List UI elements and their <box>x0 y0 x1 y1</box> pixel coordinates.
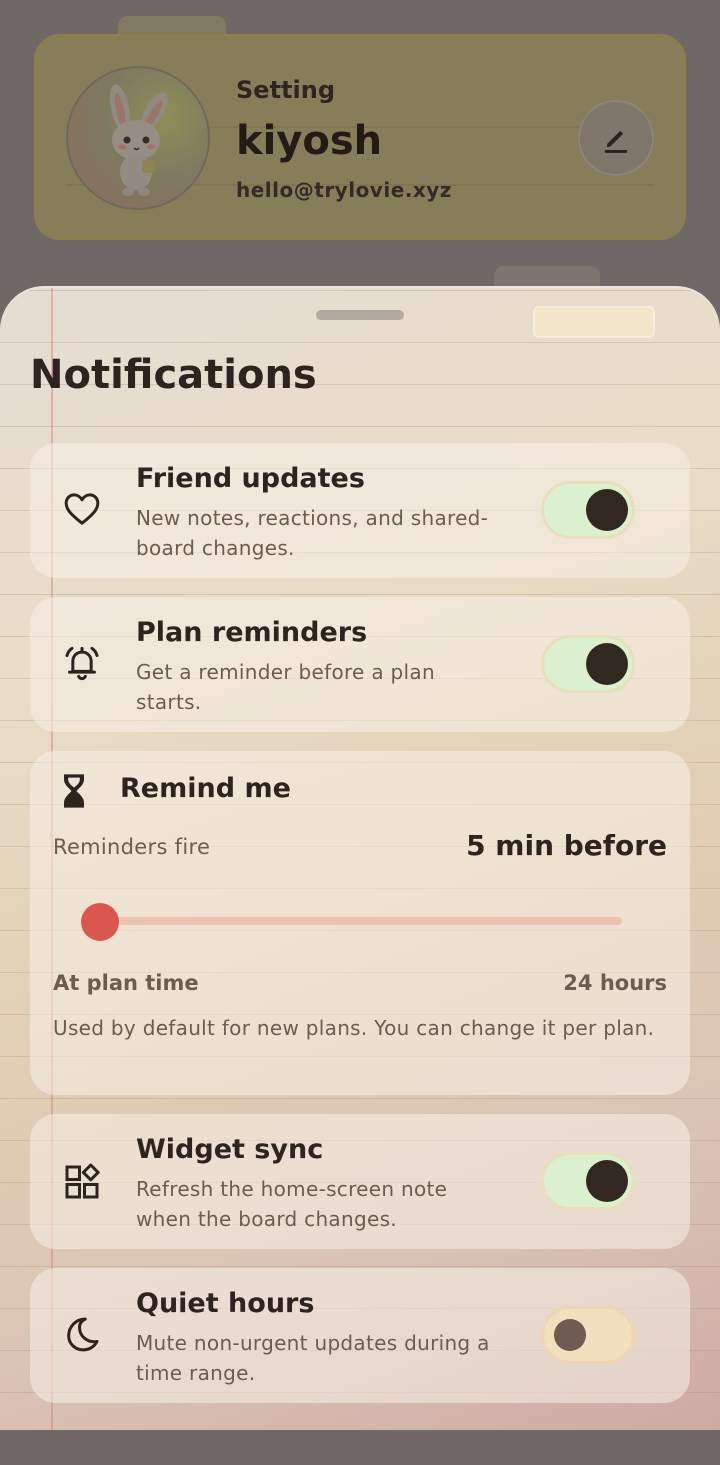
remind-me-title: Remind me <box>120 773 291 804</box>
pencil-icon <box>604 130 628 153</box>
moon-icon <box>62 1314 102 1354</box>
bottom-backdrop <box>0 1430 720 1465</box>
setting-friend-updates: Friend updates New notes, reactions, and… <box>30 443 690 578</box>
profile-card: Setting kiyosh hello@trylovie.xyz <box>34 34 686 240</box>
widgets-icon <box>62 1162 102 1202</box>
profile-email: hello@trylovie.xyz <box>236 178 452 202</box>
plan-reminders-toggle[interactable] <box>541 635 635 693</box>
setting-quiet-hours: Quiet hours Mute non-urgent updates duri… <box>30 1268 690 1403</box>
hourglass-icon <box>56 771 96 811</box>
toggle-knob <box>586 1160 628 1202</box>
setting-description: Refresh the home-screen note when the bo… <box>136 1177 448 1231</box>
setting-title: Widget sync <box>136 1134 324 1165</box>
setting-plan-reminders: Plan reminders Get a reminder before a p… <box>30 597 690 732</box>
setting-description: New notes, reactions, and shared-board c… <box>136 506 489 560</box>
quiet-hours-toggle[interactable] <box>541 1306 635 1364</box>
heart-icon <box>62 489 102 529</box>
sheet-grabber[interactable] <box>316 310 404 320</box>
sticky-tape <box>533 306 655 338</box>
bunny-avatar-icon <box>109 84 168 196</box>
remind-label: Reminders fire <box>53 835 211 859</box>
profile-name: kiyosh <box>236 118 383 164</box>
reminder-slider-track[interactable] <box>100 917 622 925</box>
setting-title: Plan reminders <box>136 617 368 648</box>
slider-max-label: 24 hours <box>563 971 667 995</box>
setting-title: Quiet hours <box>136 1288 315 1319</box>
setting-title: Friend updates <box>136 463 365 494</box>
setting-description: Get a reminder before a plan starts. <box>136 660 435 714</box>
toggle-knob <box>586 489 628 531</box>
toggle-knob <box>554 1319 586 1351</box>
notifications-sheet: Notifications Friend updates New notes, … <box>0 286 720 1432</box>
avatar[interactable] <box>66 66 210 210</box>
remind-me-card: Remind me Reminders fire 5 min before At… <box>30 751 690 1095</box>
setting-widget-sync: Widget sync Refresh the home-screen note… <box>30 1114 690 1249</box>
remind-value: 5 min before <box>466 829 667 862</box>
friend-updates-toggle[interactable] <box>541 481 635 539</box>
toggle-knob <box>586 643 628 685</box>
widget-sync-toggle[interactable] <box>541 1152 635 1210</box>
bell-icon <box>62 643 102 683</box>
sheet-title: Notifications <box>30 352 317 398</box>
slider-min-label: At plan time <box>53 971 199 995</box>
setting-description: Mute non-urgent updates during a time ra… <box>136 1331 490 1385</box>
edit-profile-button[interactable] <box>578 100 654 176</box>
reminder-slider-thumb[interactable] <box>81 903 119 941</box>
profile-kicker: Setting <box>236 76 335 104</box>
remind-note: Used by default for new plans. You can c… <box>53 1016 655 1040</box>
